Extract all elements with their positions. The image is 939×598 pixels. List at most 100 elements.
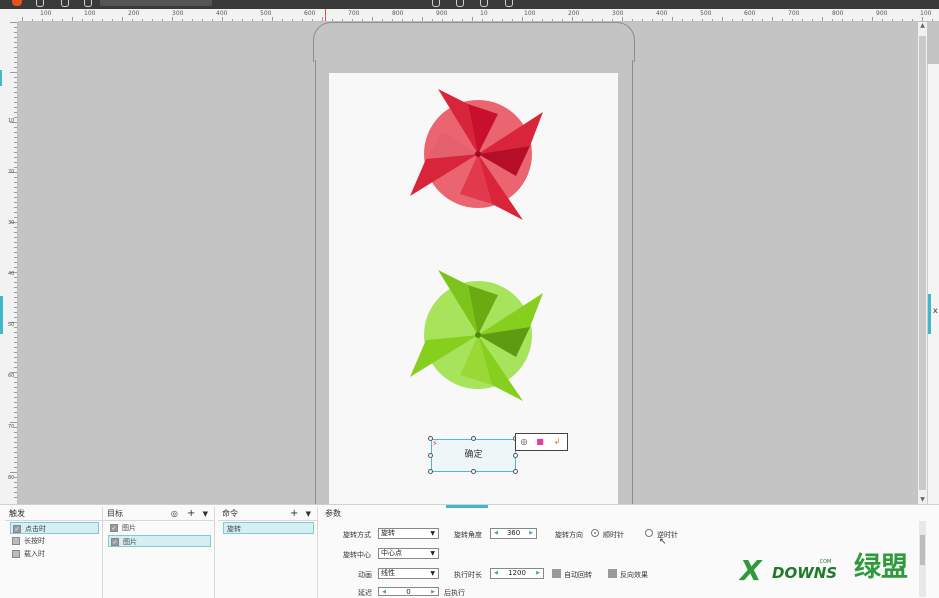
delay-value: 0: [406, 588, 411, 596]
duration-stepper[interactable]: ◀ 1200 ▶: [490, 568, 544, 579]
undo-icon[interactable]: [505, 0, 513, 7]
scroll-down-icon[interactable]: ▼: [918, 496, 927, 504]
ruler-label: 400: [216, 10, 228, 17]
duration-value: 1200: [508, 569, 526, 577]
target-tools: ◎ + ▼: [171, 507, 208, 521]
watermark-x-icon: X: [740, 554, 762, 587]
ruler-label: 500: [700, 10, 712, 17]
resize-handle-br[interactable]: [513, 469, 518, 474]
right-collapsed-panel[interactable]: x: [927, 64, 939, 504]
rotate-angle-label: 旋转角度: [454, 531, 482, 539]
phone-icon[interactable]: [456, 0, 464, 7]
close-icon[interactable]: x: [933, 306, 938, 315]
auto-return-checkbox[interactable]: [552, 569, 561, 578]
target-item[interactable]: ✓ 图片: [108, 522, 211, 534]
increment-icon[interactable]: ▶: [534, 569, 542, 578]
ruler-tick: [932, 19, 933, 21]
chevron-down-icon: ▼: [430, 570, 435, 577]
left-panel-toggle[interactable]: [0, 296, 3, 334]
rotate-center-select[interactable]: 中心点 ▼: [378, 548, 439, 559]
toolbar-search-input[interactable]: [100, 0, 212, 6]
resize-handle-l[interactable]: [428, 453, 433, 458]
delay-label: 延迟: [358, 589, 372, 597]
reverse-effect-checkbox[interactable]: [608, 569, 617, 578]
ruler-label: 500: [260, 10, 272, 17]
ruler-label: 100: [524, 10, 536, 17]
plus-icon[interactable]: +: [187, 508, 195, 519]
target-picker-icon[interactable]: ◎: [171, 509, 178, 518]
trigger-item-click[interactable]: ✓ 点击时: [10, 522, 99, 534]
delay-stepper[interactable]: ◀ 0 ▶: [378, 587, 439, 596]
increment-icon[interactable]: ▶: [429, 588, 437, 596]
arrows-icon[interactable]: [480, 0, 488, 7]
scroll-thumb[interactable]: [919, 36, 926, 490]
checkbox[interactable]: ✓: [13, 525, 21, 533]
watermark-downs: DOWNS: [772, 564, 838, 582]
trigger-item-label: 点击时: [25, 525, 46, 533]
target-item-label: 图片: [122, 524, 136, 532]
scroll-up-icon[interactable]: ▲: [918, 22, 927, 30]
ruler-label: 600: [304, 10, 316, 17]
rotate-angle-stepper[interactable]: ◀ 360 ▶: [490, 528, 537, 539]
chevron-down-icon[interactable]: ▼: [203, 510, 208, 518]
play-icon[interactable]: [432, 0, 440, 7]
command-item-rotate[interactable]: 旋转: [223, 522, 314, 534]
ruler-label: 700: [348, 10, 360, 17]
target-icon[interactable]: [36, 0, 44, 7]
decrement-icon[interactable]: ◀: [492, 529, 500, 538]
counterclockwise-radio[interactable]: [645, 529, 653, 537]
checkbox[interactable]: [12, 537, 20, 545]
ruler-label: 900: [876, 10, 888, 17]
green-pinwheel-image[interactable]: [408, 268, 548, 403]
trigger-column: 触发 ✓ 点击时 长按时 载入时: [5, 507, 103, 598]
design-canvas[interactable]: 确定 ⚡ ◎ ■ ↲: [18, 22, 918, 504]
trigger-item-load[interactable]: 载入时: [10, 548, 99, 560]
mouse-cursor-icon: ↖: [659, 537, 667, 547]
red-pinwheel-center: [475, 151, 481, 157]
device-frame-top: [313, 22, 635, 62]
ruler-label: 600: [744, 10, 756, 17]
target-header-label: 目标: [107, 509, 123, 518]
ruler-label: 800: [392, 10, 404, 17]
trigger-header: 触发: [5, 507, 102, 521]
decrement-icon[interactable]: ◀: [492, 569, 500, 578]
target-item[interactable]: ✓ 图片: [108, 535, 211, 547]
trigger-item-longpress[interactable]: 长按时: [10, 535, 99, 547]
resize-handle-r[interactable]: [513, 453, 518, 458]
bookmark-icon[interactable]: [61, 0, 69, 7]
checkbox[interactable]: [12, 550, 20, 558]
resize-handle-b[interactable]: [471, 469, 476, 474]
ruler-label: 300: [172, 10, 184, 17]
resize-handle-tl[interactable]: [428, 436, 433, 441]
plus-icon[interactable]: +: [290, 508, 298, 519]
checkbox[interactable]: ✓: [110, 524, 118, 532]
ruler-label: 200: [568, 10, 580, 17]
canvas-vertical-scrollbar[interactable]: ▲ ▼: [918, 22, 927, 504]
rotate-mode-select[interactable]: 旋转 ▼: [378, 528, 439, 539]
ruler-label: 100: [920, 10, 932, 17]
ruler-tick: [10, 22, 17, 23]
target-icon[interactable]: ◎: [519, 437, 529, 447]
link-icon[interactable]: ↲: [552, 437, 562, 447]
ruler-label: 700: [788, 10, 800, 17]
checkbox[interactable]: ✓: [111, 538, 119, 546]
animation-value: 线性: [381, 569, 395, 577]
chevron-down-icon: ▼: [430, 550, 435, 557]
ruler-label: 40: [8, 271, 15, 277]
image-icon[interactable]: [84, 0, 92, 7]
animation-select[interactable]: 线性 ▼: [378, 568, 439, 579]
chevron-down-icon[interactable]: ▼: [306, 510, 311, 518]
page-icon[interactable]: ■: [535, 437, 545, 447]
decrement-icon[interactable]: ◀: [380, 588, 388, 596]
red-pinwheel-image[interactable]: [408, 87, 548, 222]
increment-icon[interactable]: ▶: [527, 529, 535, 538]
clockwise-radio[interactable]: [591, 529, 599, 537]
interaction-flash-icon: ⚡: [432, 439, 438, 448]
trigger-item-label: 长按时: [24, 537, 45, 545]
watermark-com: .COM: [818, 559, 832, 565]
confirm-button[interactable]: 确定: [431, 439, 516, 472]
resize-handle-bl[interactable]: [428, 469, 433, 474]
resize-handle-t[interactable]: [471, 436, 476, 441]
command-column: 命令 + ▼ 旋转: [218, 507, 318, 598]
ruler-label: 30: [8, 220, 15, 226]
